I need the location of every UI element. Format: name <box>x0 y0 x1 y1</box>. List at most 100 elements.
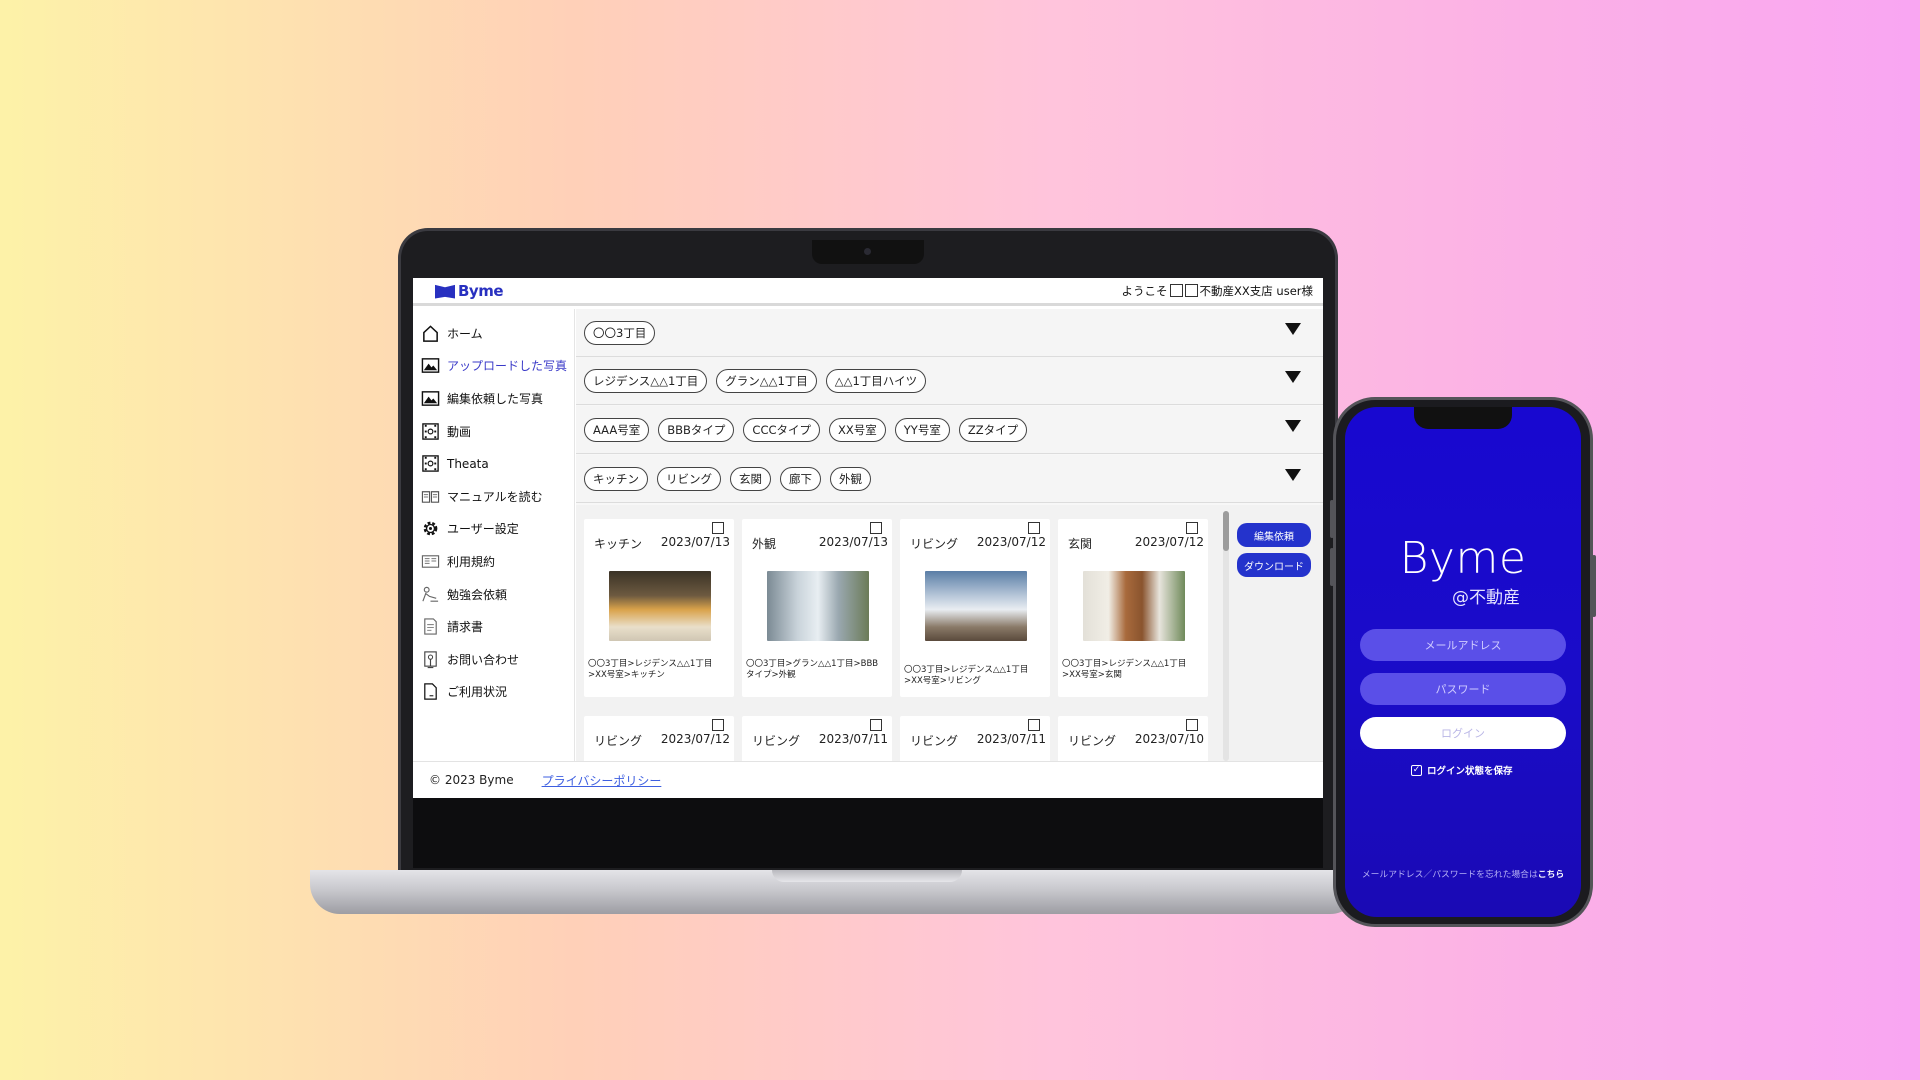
login-button[interactable]: ログイン <box>1360 717 1566 749</box>
sidebar-item-user-settings[interactable]: ユーザー設定 <box>413 513 574 546</box>
photo-card[interactable]: リビング 2023/07/12 〇〇3丁目>レジデンス△△1丁目 >XX号室>リ… <box>900 519 1050 697</box>
chip-room[interactable]: ZZタイプ <box>958 417 1028 442</box>
photo-card[interactable]: リビング 2023/07/10 <box>1058 716 1208 761</box>
remember-login[interactable]: ✓ ログイン状態を保存 <box>1411 763 1513 777</box>
photo-card[interactable]: 外観 2023/07/13 〇〇3丁目>グラン△△1丁目>BBB タイプ>外観 <box>742 519 892 697</box>
chip-spot[interactable]: キッチン <box>584 466 648 491</box>
photo-card[interactable]: リビング 2023/07/11 <box>900 716 1050 761</box>
forgot-link[interactable]: こちら <box>1538 870 1564 880</box>
photo-card[interactable]: リビング 2023/07/12 <box>584 716 734 761</box>
chip-room[interactable]: YY号室 <box>894 417 950 442</box>
sidebar-item-theata[interactable]: Theata <box>413 447 574 480</box>
chip-room[interactable]: BBBタイプ <box>658 417 735 442</box>
logo[interactable]: Byme <box>435 282 504 300</box>
phone-volume-button <box>1330 548 1334 586</box>
sidebar-item-home[interactable]: ホーム <box>413 317 574 350</box>
photo-thumbnail[interactable] <box>767 571 869 641</box>
sidebar-item-label: マニュアルを読む <box>447 489 543 504</box>
photo-card[interactable]: 玄関 2023/07/12 〇〇3丁目>レジデンス△△1丁目 >XX号室>玄関 <box>1058 519 1208 697</box>
chip-spot[interactable]: 廊下 <box>780 466 821 491</box>
welcome-prefix: ようこそ <box>1121 283 1168 298</box>
laptop-chin <box>413 798 1323 868</box>
mobile-logo: Byme <box>1399 533 1527 584</box>
photo-select-checkbox[interactable] <box>712 522 724 534</box>
video-icon <box>421 422 440 441</box>
caret-down-icon[interactable] <box>1285 323 1301 335</box>
card-header: キッチン 2023/07/13 <box>584 535 734 552</box>
photo-thumbnail[interactable] <box>1083 571 1185 641</box>
photo-icon <box>421 356 440 375</box>
photo-grid-scrollbar[interactable] <box>1223 511 1229 761</box>
phone-notch <box>1414 407 1512 429</box>
photo-select-checkbox[interactable] <box>1186 719 1198 731</box>
chip-room[interactable]: CCCタイプ <box>743 417 821 442</box>
card-header: 外観 2023/07/13 <box>742 535 892 552</box>
card-header: リビング 2023/07/11 <box>900 732 1050 749</box>
sidebar-item-label: ホーム <box>447 326 483 341</box>
sidebar-item-label: お問い合わせ <box>447 652 520 667</box>
sidebar-item-label: 利用規約 <box>447 554 496 569</box>
invoice-icon <box>421 617 440 636</box>
chip-room[interactable]: XX号室 <box>829 417 886 442</box>
sidebar-item-usage[interactable]: ご利用状況 <box>413 676 574 709</box>
sidebar-item-study-request[interactable]: 勉強会依頼 <box>413 578 574 611</box>
photo-spot: リビング <box>752 734 801 748</box>
sidebar-item-contact[interactable]: お問い合わせ <box>413 643 574 676</box>
download-button[interactable]: ダウンロード <box>1237 553 1311 577</box>
theata-icon <box>421 454 440 473</box>
filter-row-spot: キッチン リビング 玄関 廊下 外観 <box>576 455 1323 503</box>
filter-row-building: レジデンス△△1丁目 グラン△△1丁目 △△1丁目ハイツ <box>576 357 1323 405</box>
photo-select-checkbox[interactable] <box>1028 522 1040 534</box>
chip-spot[interactable]: 玄関 <box>730 466 771 491</box>
photo-select-checkbox[interactable] <box>870 719 882 731</box>
photo-path: 〇〇3丁目>レジデンス△△1丁目 >XX号室>リビング <box>904 665 1029 686</box>
caret-down-icon[interactable] <box>1285 469 1301 481</box>
chip-spot[interactable]: 外観 <box>830 466 871 491</box>
contact-icon <box>421 650 440 669</box>
photo-date: 2023/07/12 <box>660 732 730 746</box>
photo-thumbnail[interactable] <box>925 571 1027 641</box>
sidebar-item-label: Theata <box>447 456 489 471</box>
phone-screen: Byme @不動産 メールアドレス パスワード ログイン ✓ ログイン状態を保存… <box>1345 407 1581 917</box>
edit-request-button[interactable]: 編集依頼 <box>1237 523 1311 547</box>
privacy-policy-link[interactable]: プライバシーポリシー <box>542 772 662 789</box>
sidebar-item-invoice[interactable]: 請求書 <box>413 610 574 643</box>
chip-room[interactable]: AAA号室 <box>584 417 650 442</box>
sidebar-item-label: 動画 <box>447 424 472 439</box>
chip-building[interactable]: △△1丁目ハイツ <box>825 368 927 393</box>
sidebar-item-uploaded-photos[interactable]: アップロードした写真 <box>413 350 574 383</box>
scrollbar-thumb[interactable] <box>1223 511 1229 551</box>
photo-select-checkbox[interactable] <box>1028 719 1040 731</box>
sidebar-item-terms[interactable]: 利用規約 <box>413 545 574 578</box>
caret-down-icon[interactable] <box>1285 420 1301 432</box>
photo-card[interactable]: リビング 2023/07/11 <box>742 716 892 761</box>
photo-card[interactable]: キッチン 2023/07/13 〇〇3丁目>レジデンス△△1丁目 >XX号室>キ… <box>584 519 734 697</box>
study-icon <box>421 585 440 604</box>
photo-select-checkbox[interactable] <box>712 719 724 731</box>
main-content: 〇〇3丁目 レジデンス△△1丁目 グラン△△1丁目 △△1丁目ハイツ AAA号室… <box>576 309 1323 761</box>
photo-thumbnail[interactable] <box>609 571 711 641</box>
chip-area[interactable]: 〇〇3丁目 <box>584 320 656 345</box>
sidebar-item-manual[interactable]: マニュアルを読む <box>413 480 574 513</box>
remember-checkbox[interactable]: ✓ <box>1411 764 1422 776</box>
photo-date: 2023/07/10 <box>1134 732 1204 746</box>
welcome-message: ようこそ 不動産XX支店 user様 <box>1122 283 1314 299</box>
phone-volume-button <box>1330 500 1334 538</box>
photo-select-checkbox[interactable] <box>870 522 882 534</box>
remember-label: ログイン状態を保存 <box>1427 766 1513 777</box>
sidebar-item-label: アップロードした写真 <box>447 359 568 374</box>
caret-down-icon[interactable] <box>1285 371 1301 383</box>
sidebar-item-edit-requested-photos[interactable]: 編集依頼した写真 <box>413 382 574 415</box>
email-field[interactable]: メールアドレス <box>1360 629 1566 661</box>
forgot-credentials: メールアドレス／パスワードを忘れた場合はこちら <box>1345 867 1581 880</box>
photo-select-checkbox[interactable] <box>1186 522 1198 534</box>
laptop-hinge <box>772 870 962 882</box>
welcome-user: 不動産XX支店 user様 <box>1199 283 1314 298</box>
chip-building[interactable]: グラン△△1丁目 <box>716 368 817 393</box>
sidebar: ホーム アップロードした写真 編集依頼した写真 動画 Theata マニュアルを… <box>413 309 575 761</box>
sidebar-item-label: 勉強会依頼 <box>447 587 508 602</box>
chip-spot[interactable]: リビング <box>657 466 721 491</box>
password-field[interactable]: パスワード <box>1360 673 1566 705</box>
sidebar-item-video[interactable]: 動画 <box>413 415 574 448</box>
chip-building[interactable]: レジデンス△△1丁目 <box>584 368 708 393</box>
